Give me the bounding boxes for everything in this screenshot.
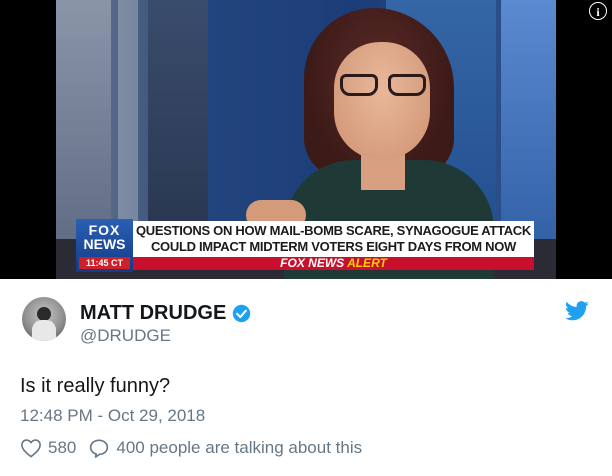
network-logo: FOX NEWS 11:45 CT <box>76 219 133 272</box>
display-name[interactable]: MATT DRUDGE <box>80 302 226 325</box>
network-logo-line2: NEWS <box>83 236 126 252</box>
heart-icon[interactable] <box>20 438 42 458</box>
tweet-card: MATT DRUDGE @DRUDGE Is it really funny? … <box>0 279 612 476</box>
tweet-actions: 580 400 people are talking about this <box>20 437 362 459</box>
news-alert-bar: FOX NEWS ALERT <box>133 257 534 270</box>
twitter-bird-icon[interactable] <box>565 301 589 321</box>
reply-bubble-icon[interactable] <box>88 438 110 458</box>
conversation-count[interactable]: 400 people are talking about this <box>116 438 362 458</box>
chyron-headline: QUESTIONS ON HOW MAIL-BOMB SCARE, SYNAGO… <box>133 221 534 257</box>
headline-line-2: COULD IMPACT MIDTERM VOTERS EIGHT DAYS F… <box>150 239 517 254</box>
tweet-text: Is it really funny? <box>20 375 171 397</box>
headline-line-1: QUESTIONS ON HOW MAIL-BOMB SCARE, SYNAGO… <box>136 223 531 238</box>
verified-badge-icon <box>233 304 251 322</box>
news-lower-third: FOX NEWS 11:45 CT QUESTIONS ON HOW MAIL-… <box>76 219 534 272</box>
alert-brand: FOX NEWS <box>280 256 345 270</box>
embedded-video[interactable]: FOX NEWS 11:45 CT QUESTIONS ON HOW MAIL-… <box>0 0 612 279</box>
info-icon[interactable]: i <box>589 2 607 20</box>
avatar[interactable] <box>22 297 66 341</box>
tweet-timestamp[interactable]: 12:48 PM - Oct 29, 2018 <box>20 406 205 426</box>
user-handle[interactable]: @DRUDGE <box>80 326 171 346</box>
broadcast-time: 11:45 CT <box>79 257 130 269</box>
alert-word: ALERT <box>347 256 387 270</box>
author-name-row[interactable]: MATT DRUDGE <box>80 301 251 325</box>
like-count[interactable]: 580 <box>48 438 76 458</box>
